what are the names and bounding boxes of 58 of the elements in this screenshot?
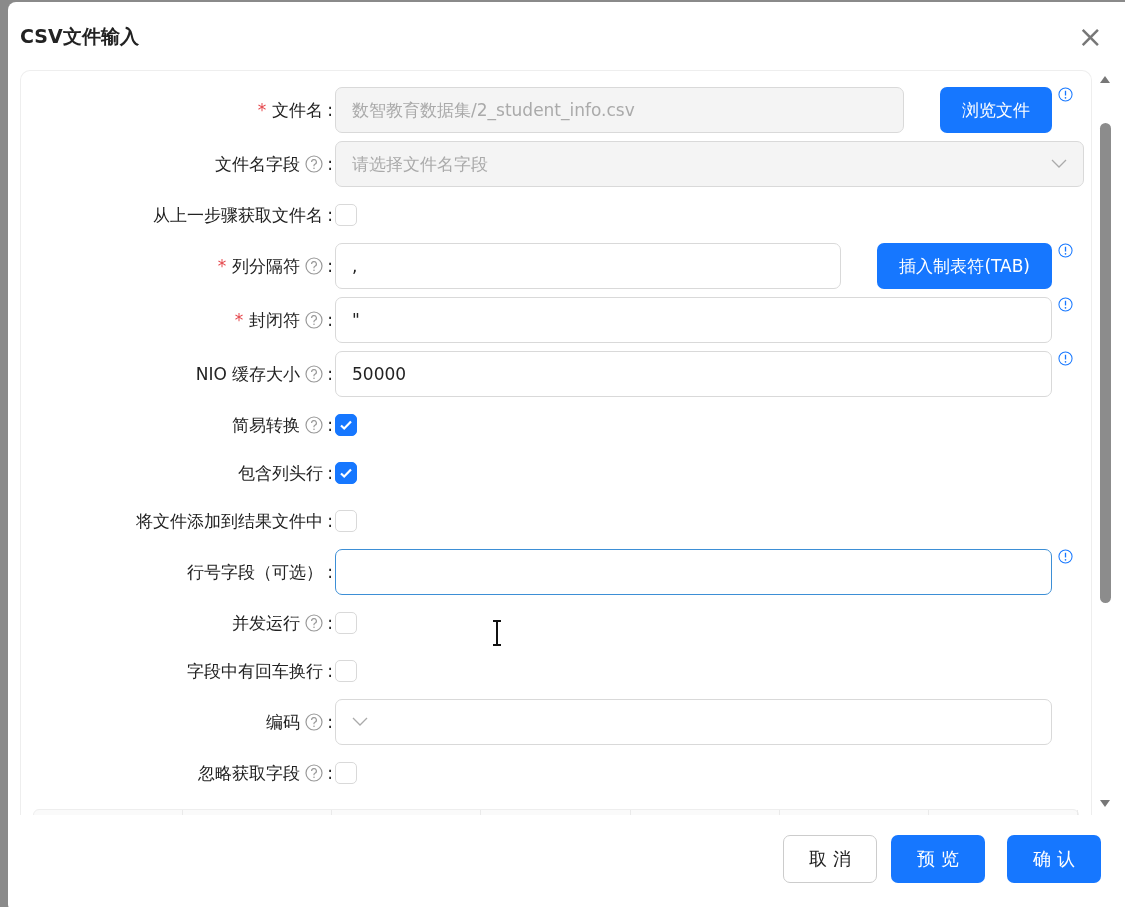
label-colon: : <box>327 154 333 174</box>
info-icon[interactable] <box>1058 549 1073 564</box>
close-button[interactable]: × <box>1077 22 1103 52</box>
field-label: 文件名 <box>272 98 324 122</box>
required-mark: * <box>257 100 267 120</box>
help-icon[interactable] <box>305 311 324 329</box>
help-icon[interactable] <box>305 257 324 275</box>
chevron-down-icon <box>352 717 368 727</box>
field-label: 封闭符 <box>249 308 301 332</box>
field-label: 将文件添加到结果文件中 <box>136 509 324 533</box>
footer-button[interactable]: 取 消 <box>783 835 877 883</box>
field-label: 从上一步骤获取文件名 <box>153 203 324 227</box>
field-label: NIO 缓存大小 <box>195 362 301 386</box>
field-label: 简易转换 <box>232 413 301 437</box>
help-icon[interactable] <box>305 416 324 434</box>
help-icon[interactable] <box>305 614 324 632</box>
footer-button[interactable]: 预 览 <box>891 835 985 883</box>
input-field[interactable]: " <box>335 297 1052 343</box>
help-icon[interactable] <box>305 764 324 782</box>
label-colon: : <box>327 364 333 384</box>
label-colon: : <box>327 205 333 225</box>
info-icon[interactable] <box>1058 297 1073 312</box>
field-label: 行号字段（可选） <box>187 560 324 584</box>
required-mark: * <box>234 310 244 330</box>
input-field[interactable]: , <box>335 243 842 289</box>
label-colon: : <box>327 511 333 531</box>
field-label: 文件名字段 <box>215 152 301 176</box>
chevron-down-icon <box>1051 159 1067 169</box>
label-colon: : <box>327 613 333 633</box>
checkbox[interactable] <box>335 462 357 484</box>
action-button[interactable]: 插入制表符(TAB) <box>877 243 1052 289</box>
help-icon[interactable] <box>305 365 324 383</box>
field-label: 列分隔符 <box>232 254 301 278</box>
label-colon: : <box>327 415 333 435</box>
field-label: 包含列头行 <box>238 461 324 485</box>
info-icon[interactable] <box>1058 351 1073 366</box>
dialog-title: CSV文件输入 <box>20 24 139 49</box>
field-label: 忽略获取字段 <box>198 761 301 785</box>
field-label: 并发运行 <box>232 611 301 635</box>
text-cursor-icon <box>491 620 503 646</box>
label-colon: : <box>327 310 333 330</box>
label-colon: : <box>327 712 333 732</box>
label-colon: : <box>327 562 333 582</box>
field-label: 编码 <box>266 710 301 734</box>
help-icon[interactable] <box>305 713 324 731</box>
info-icon[interactable] <box>1058 243 1073 258</box>
footer-button[interactable]: 确 认 <box>1007 835 1101 883</box>
select-field[interactable] <box>335 699 1052 745</box>
input-field[interactable] <box>335 549 1052 595</box>
label-colon: : <box>327 463 333 483</box>
label-colon: : <box>327 256 333 276</box>
label-colon: : <box>327 763 333 783</box>
field-label: 字段中有回车换行 <box>187 659 324 683</box>
input-field[interactable]: 50000 <box>335 351 1052 397</box>
label-colon: : <box>327 100 333 120</box>
checkbox[interactable] <box>335 414 357 436</box>
label-colon: : <box>327 661 333 681</box>
required-mark: * <box>217 256 227 276</box>
